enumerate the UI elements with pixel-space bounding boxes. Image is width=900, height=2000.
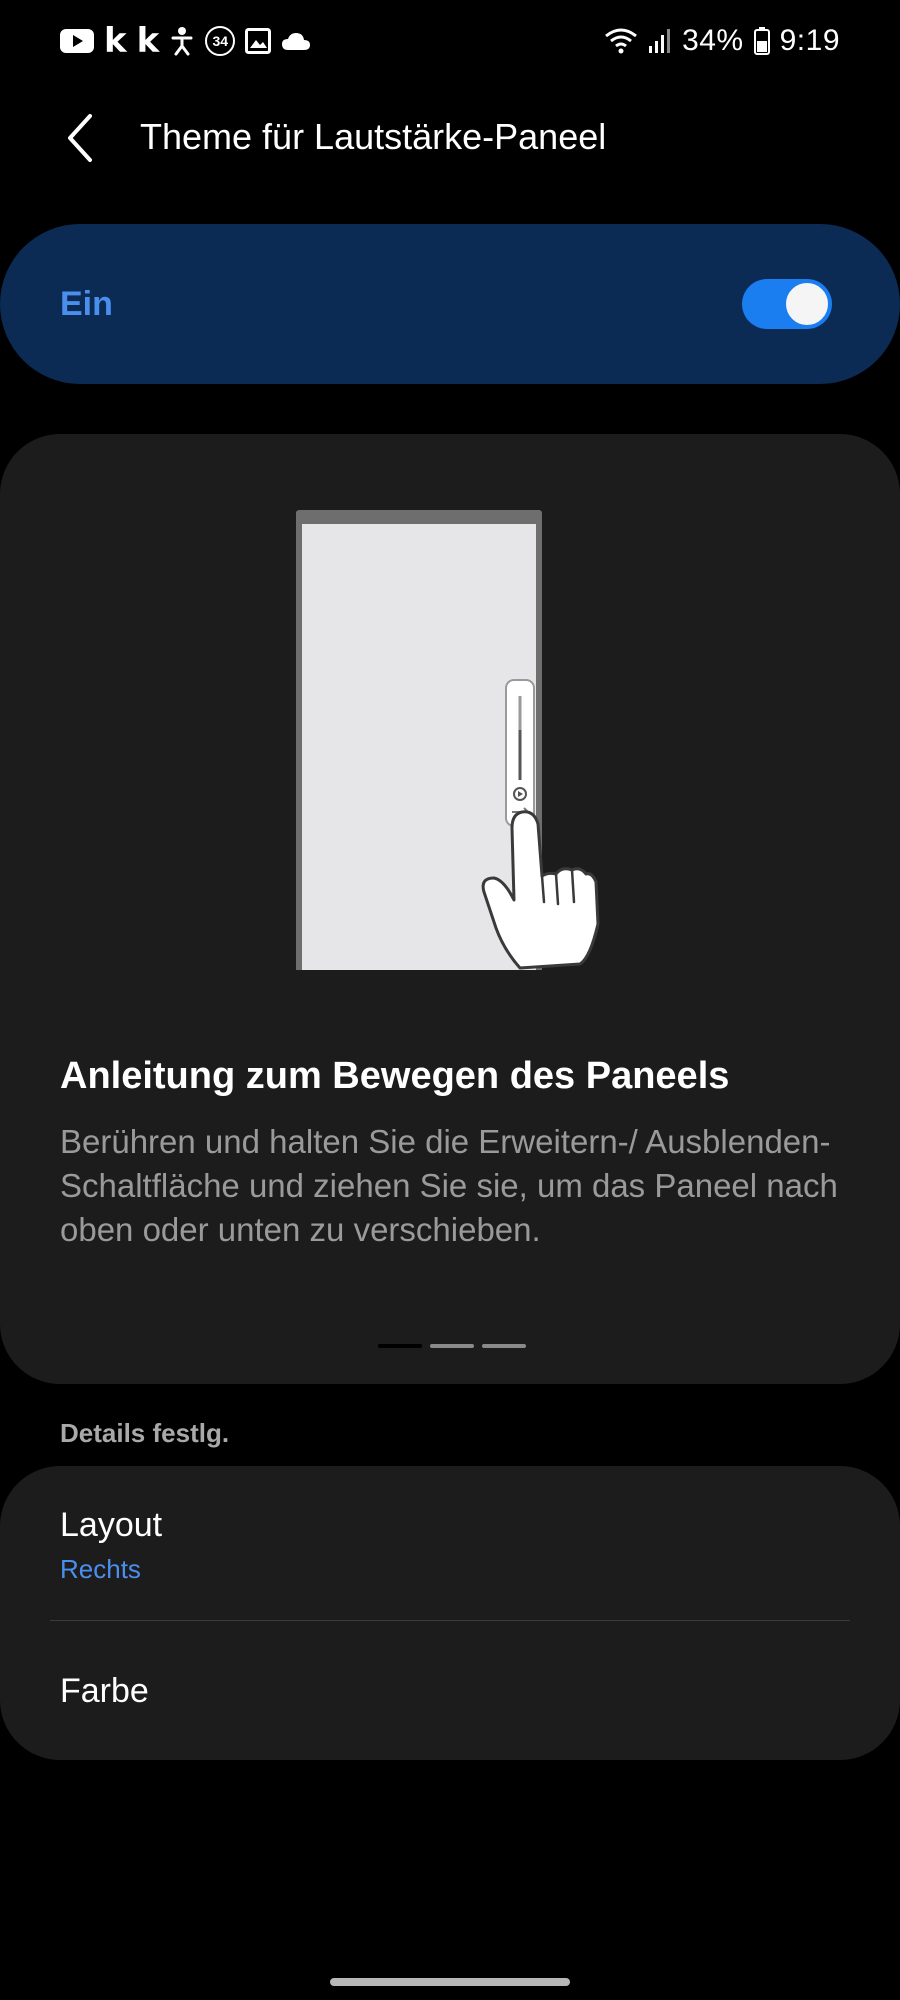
status-bar: k k 34 34% 9:19	[0, 0, 900, 82]
signal-icon	[648, 28, 672, 54]
youtube-icon	[60, 29, 94, 53]
k-app-icon: k	[136, 21, 160, 61]
status-bar-left: k k 34	[60, 24, 311, 58]
guide-title: Anleitung zum Bewegen des Paneels	[60, 1055, 730, 1097]
cloud-icon	[281, 31, 311, 51]
item-value: Rechts	[60, 1554, 141, 1584]
page-dot-3[interactable]	[482, 1344, 526, 1348]
badge-34-icon: 34	[205, 26, 236, 56]
divider	[50, 1620, 850, 1621]
page-indicator[interactable]	[378, 1344, 526, 1348]
status-bar-right: 34% 9:19	[604, 24, 840, 58]
master-toggle[interactable]	[742, 279, 832, 329]
details-card: Layout Rechts Farbe	[0, 1466, 900, 1760]
page-dot-1[interactable]	[378, 1344, 422, 1348]
page-dot-2[interactable]	[430, 1344, 474, 1348]
master-switch-label: Ein	[60, 284, 113, 323]
accessibility-icon	[169, 26, 195, 56]
back-button[interactable]	[50, 108, 110, 168]
guide-description: Berühren und halten Sie die Erweitern-/ …	[60, 1123, 838, 1248]
item-title: Layout	[60, 1506, 163, 1544]
app-bar: Theme für Lautstärke-Paneel	[0, 100, 900, 176]
phone-illustration	[296, 510, 600, 970]
clock: 9:19	[779, 24, 840, 57]
toggle-knob	[784, 281, 830, 327]
item-title: Farbe	[60, 1672, 149, 1710]
gesture-handle[interactable]	[330, 1978, 570, 1986]
screen: k k 34 34% 9:19 Theme für Lautstärke-Pan…	[0, 0, 900, 2000]
image-icon	[245, 28, 272, 54]
list-item-layout[interactable]: Layout Rechts	[0, 1466, 900, 1621]
battery-percent: 34%	[682, 24, 744, 57]
guide-card: Anleitung zum Bewegen des Paneels Berühr…	[0, 434, 900, 1384]
page-title: Theme für Lautstärke-Paneel	[140, 116, 607, 157]
wifi-icon	[604, 27, 638, 55]
k-app-icon: k	[104, 21, 127, 61]
master-switch-card[interactable]: Ein	[0, 224, 900, 384]
battery-icon	[753, 27, 770, 55]
back-arrow-icon	[68, 114, 92, 162]
section-header: Details festlg.	[60, 1418, 230, 1448]
list-item-farbe[interactable]: Farbe	[0, 1622, 900, 1760]
